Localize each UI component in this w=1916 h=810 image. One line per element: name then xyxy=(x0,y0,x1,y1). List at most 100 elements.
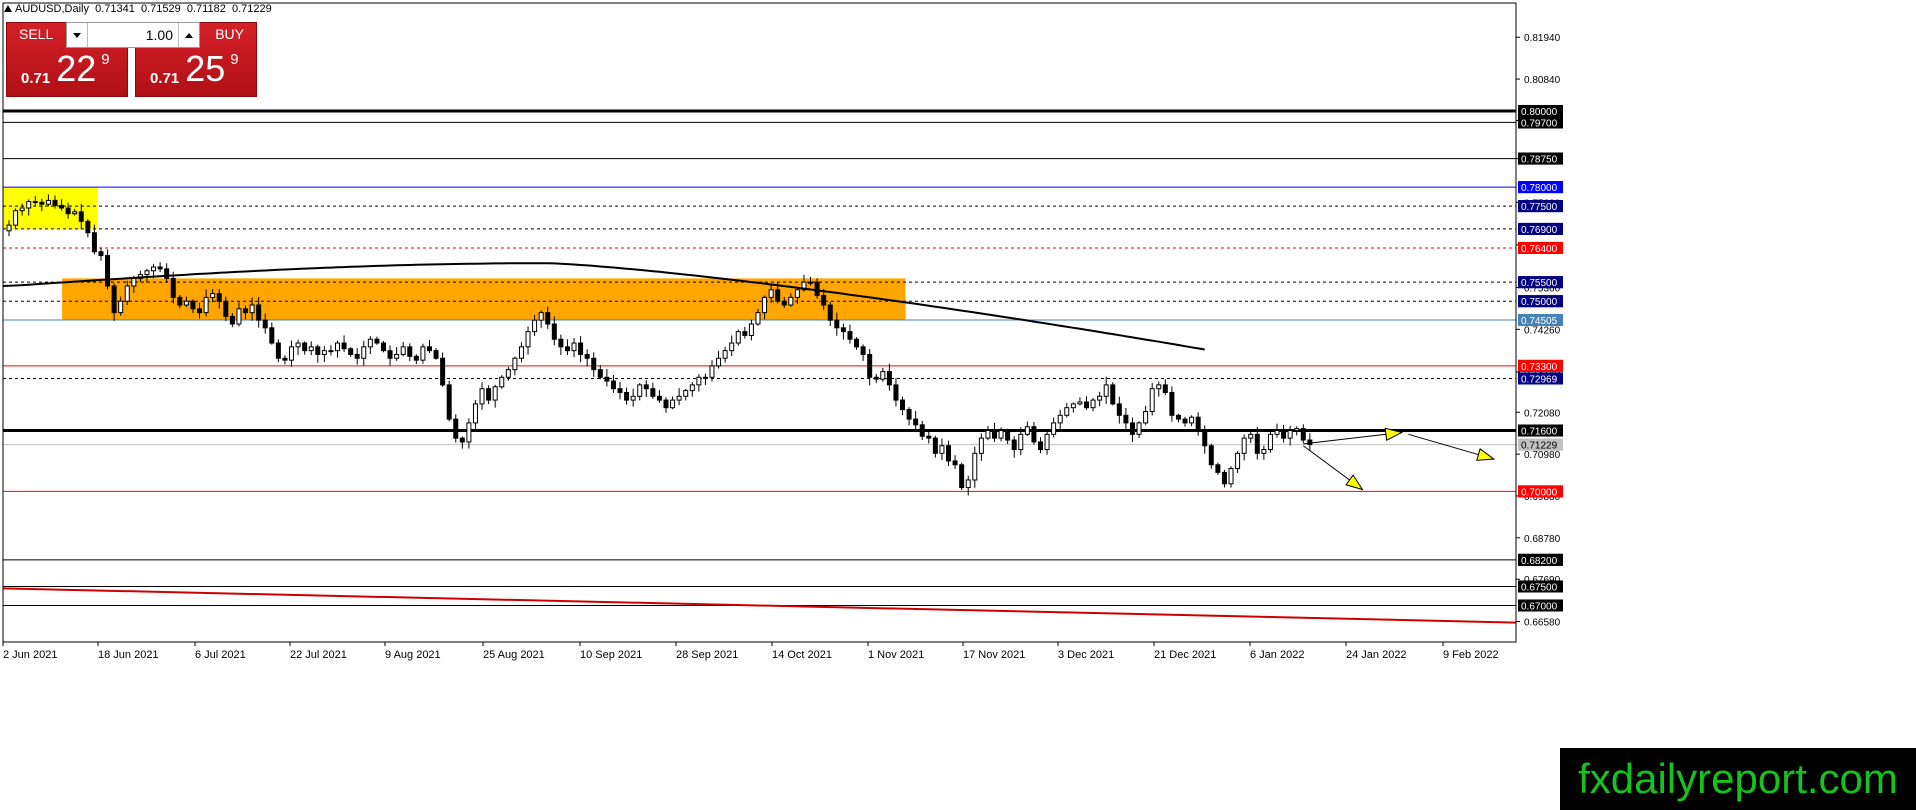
bear-candle xyxy=(827,304,833,321)
bear-candle xyxy=(860,346,866,355)
bull-candle xyxy=(151,266,157,272)
bull-candle xyxy=(236,308,242,325)
x-tick-label: 14 Oct 2021 xyxy=(772,649,832,661)
bull-candle xyxy=(808,281,814,284)
bear-candle xyxy=(1162,384,1168,393)
bull-candle xyxy=(978,437,984,454)
bull-candle xyxy=(755,312,761,325)
bear-candle xyxy=(315,346,321,355)
close-value: 0.71229 xyxy=(231,3,272,15)
bear-candle xyxy=(1175,414,1181,420)
x-tick-label: 9 Aug 2021 xyxy=(385,649,441,661)
x-tick-label: 2 Jun 2021 xyxy=(3,649,57,661)
bull-candle xyxy=(1077,401,1083,405)
bear-candle xyxy=(157,266,163,270)
lot-decrease-button[interactable] xyxy=(67,23,88,47)
bull-candle xyxy=(45,199,51,205)
bull-candle xyxy=(716,357,722,367)
bear-candle xyxy=(834,319,840,329)
bear-candle xyxy=(1300,428,1306,441)
bear-candle xyxy=(1116,403,1122,416)
open-value: 0.71341 xyxy=(95,3,135,15)
bull-candle xyxy=(709,365,715,378)
bull-candle xyxy=(972,452,978,481)
lot-increase-button[interactable] xyxy=(178,23,199,47)
bear-candle xyxy=(551,323,557,340)
bear-candle xyxy=(840,327,846,333)
bear-candle xyxy=(1182,418,1188,424)
bear-candle xyxy=(610,380,616,390)
bear-candle xyxy=(275,342,281,359)
bear-candle xyxy=(814,281,820,296)
bear-candle xyxy=(111,285,117,314)
bear-candle xyxy=(656,395,662,401)
bear-candle xyxy=(854,338,860,348)
bear-candle xyxy=(913,418,919,426)
bear-candle xyxy=(197,308,203,314)
chart-background xyxy=(0,0,1916,810)
bull-candle xyxy=(998,430,1004,439)
bull-candle xyxy=(571,342,577,352)
level-label: 0.67500 xyxy=(1521,582,1558,593)
bull-candle xyxy=(1261,449,1267,454)
bear-candle xyxy=(952,460,958,466)
bear-candle xyxy=(229,315,235,325)
bull-candle xyxy=(394,353,400,359)
bull-candle xyxy=(1294,428,1300,432)
bull-candle xyxy=(748,323,754,336)
bear-candle xyxy=(906,409,912,420)
one-click-trading-panel: SELL 0.71 22 9 BUY 0.71 25 9 1.00 xyxy=(6,22,258,97)
x-tick-label: 9 Feb 2022 xyxy=(1443,649,1499,661)
bear-candle xyxy=(374,338,380,344)
y-tick-label: 0.68780 xyxy=(1524,534,1561,545)
bear-candle xyxy=(407,346,413,357)
bull-candle xyxy=(1103,384,1109,397)
bear-candle xyxy=(650,388,656,397)
bull-candle xyxy=(532,319,538,333)
bear-candle xyxy=(216,293,222,302)
bear-candle xyxy=(413,355,419,361)
bear-candle xyxy=(946,445,952,462)
bear-candle xyxy=(1031,426,1037,443)
bull-candle xyxy=(538,312,544,321)
level-label: 0.71229 xyxy=(1521,441,1558,452)
bull-candle xyxy=(249,304,255,314)
level-label: 0.79700 xyxy=(1521,118,1558,129)
bull-candle xyxy=(499,376,505,388)
bull-candle xyxy=(702,376,708,379)
lot-size-input[interactable]: 1.00 xyxy=(89,23,177,47)
bear-candle xyxy=(578,342,584,355)
buy-price: 0.71 25 9 xyxy=(150,51,239,88)
bull-candle xyxy=(492,386,498,401)
bear-candle xyxy=(847,331,853,340)
bear-candle xyxy=(243,308,249,314)
bull-candle xyxy=(768,289,774,298)
bull-candle xyxy=(118,300,124,314)
bull-candle xyxy=(144,270,150,276)
bear-candle xyxy=(190,300,196,310)
bull-candle xyxy=(1156,384,1162,390)
bull-candle xyxy=(1149,388,1155,413)
bear-candle xyxy=(486,388,492,401)
bear-candle xyxy=(1221,471,1227,485)
lot-size-stepper[interactable]: 1.00 xyxy=(66,22,200,48)
bull-candle xyxy=(308,346,314,352)
x-tick-label: 6 Jan 2022 xyxy=(1250,649,1304,661)
bear-candle xyxy=(867,353,873,378)
bear-candle xyxy=(558,338,564,348)
bear-candle xyxy=(932,437,938,454)
bull-candle xyxy=(788,296,794,306)
bear-candle xyxy=(624,391,630,401)
price-chart[interactable]: 0.800000.79700 0.78750 0.78000 0.77500 0.769… xyxy=(0,0,1916,810)
bull-candle xyxy=(72,211,78,215)
bear-candle xyxy=(302,342,308,352)
bear-candle xyxy=(1083,401,1089,409)
bull-candle xyxy=(1090,399,1096,409)
bear-candle xyxy=(85,220,91,234)
bull-candle xyxy=(985,430,991,439)
bull-candle xyxy=(1287,430,1293,439)
bear-candle xyxy=(545,312,551,325)
bull-candle xyxy=(321,350,327,355)
x-tick-label: 18 Jun 2021 xyxy=(98,649,159,661)
x-tick-label: 3 Dec 2021 xyxy=(1058,649,1114,661)
